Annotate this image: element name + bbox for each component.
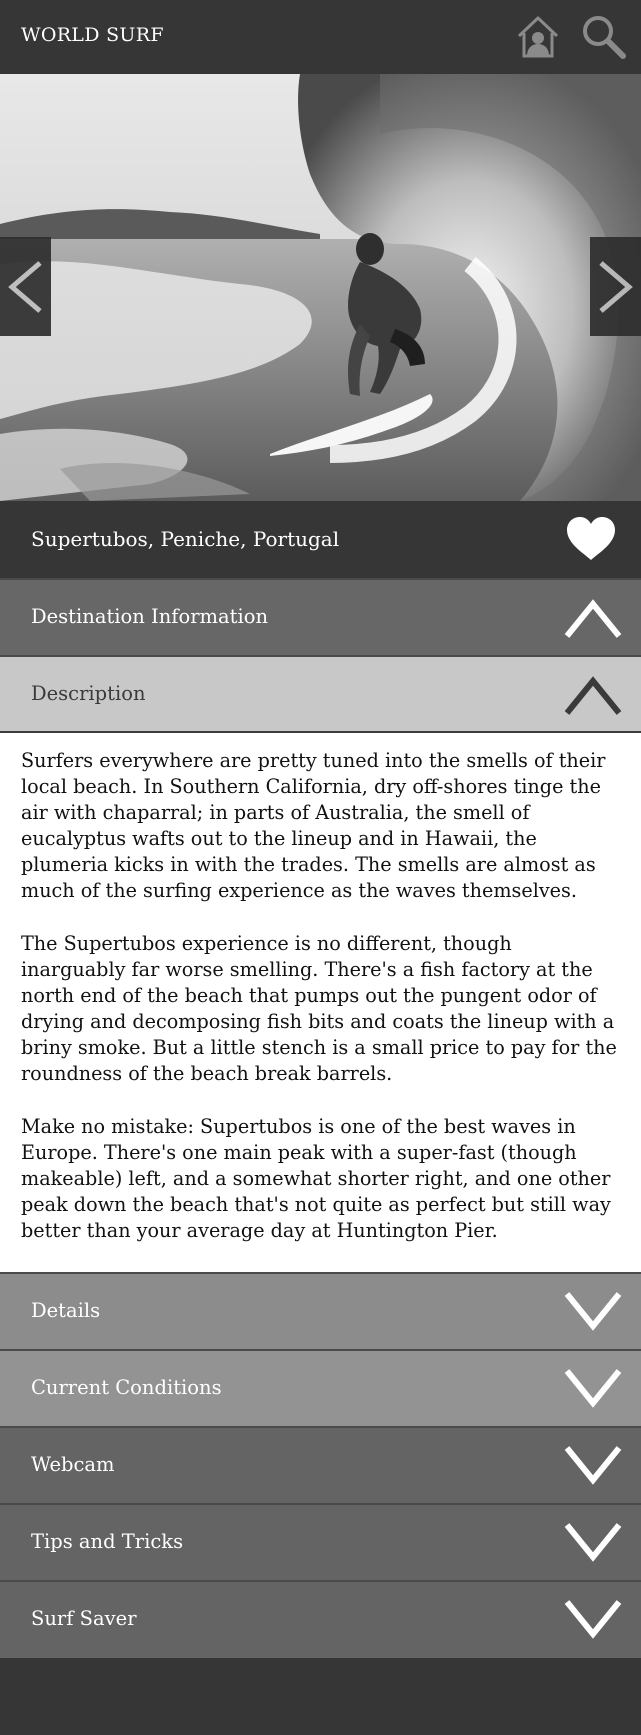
section-current-conditions[interactable]: Current Conditions bbox=[0, 1349, 641, 1426]
section-surf-saver[interactable]: Surf Saver bbox=[0, 1580, 641, 1658]
section-label: Destination Information bbox=[31, 605, 269, 628]
chevron-down-icon bbox=[564, 1600, 622, 1639]
description-body: Surfers everywhere are pretty tuned into… bbox=[21, 748, 621, 1271]
section-destination-information[interactable]: Destination Information bbox=[0, 578, 641, 655]
home-user-icon[interactable] bbox=[517, 14, 559, 60]
section-tips-and-tricks[interactable]: Tips and Tricks bbox=[0, 1503, 641, 1580]
next-image-button[interactable] bbox=[590, 237, 641, 336]
section-label: Details bbox=[31, 1299, 101, 1322]
location-title: Supertubos, Peniche, Portugal bbox=[31, 527, 340, 551]
location-bar: Supertubos, Peniche, Portugal bbox=[0, 501, 641, 578]
chevron-down-icon bbox=[564, 1292, 622, 1331]
chevron-up-icon bbox=[564, 676, 622, 715]
app-header: WORLD SURF bbox=[0, 0, 641, 74]
section-details[interactable]: Details bbox=[0, 1272, 641, 1349]
chevron-right-icon bbox=[599, 261, 633, 313]
footer-bar bbox=[0, 1658, 641, 1735]
heart-icon[interactable] bbox=[565, 516, 617, 562]
description-paragraph: The Supertubos experience is no differen… bbox=[21, 932, 617, 1085]
surfer-barrel-photo bbox=[0, 74, 641, 501]
chevron-down-icon bbox=[564, 1369, 622, 1408]
description-paragraph: Make no mistake: Supertubos is one of th… bbox=[21, 1115, 611, 1242]
app-title: WORLD SURF bbox=[21, 24, 164, 46]
section-label: Description bbox=[31, 682, 146, 705]
chevron-down-icon bbox=[564, 1523, 622, 1562]
hero-image bbox=[0, 74, 641, 501]
section-label: Webcam bbox=[31, 1453, 115, 1476]
section-label: Tips and Tricks bbox=[31, 1530, 184, 1553]
section-label: Current Conditions bbox=[31, 1376, 222, 1399]
description-paragraph: Surfers everywhere are pretty tuned into… bbox=[21, 749, 606, 902]
chevron-left-icon bbox=[8, 261, 42, 313]
chevron-up-icon bbox=[564, 599, 622, 638]
search-icon[interactable] bbox=[580, 13, 626, 59]
chevron-down-icon bbox=[564, 1446, 622, 1485]
section-description[interactable]: Description bbox=[0, 655, 641, 733]
previous-image-button[interactable] bbox=[0, 237, 51, 336]
section-webcam[interactable]: Webcam bbox=[0, 1426, 641, 1503]
section-label: Surf Saver bbox=[31, 1607, 137, 1630]
